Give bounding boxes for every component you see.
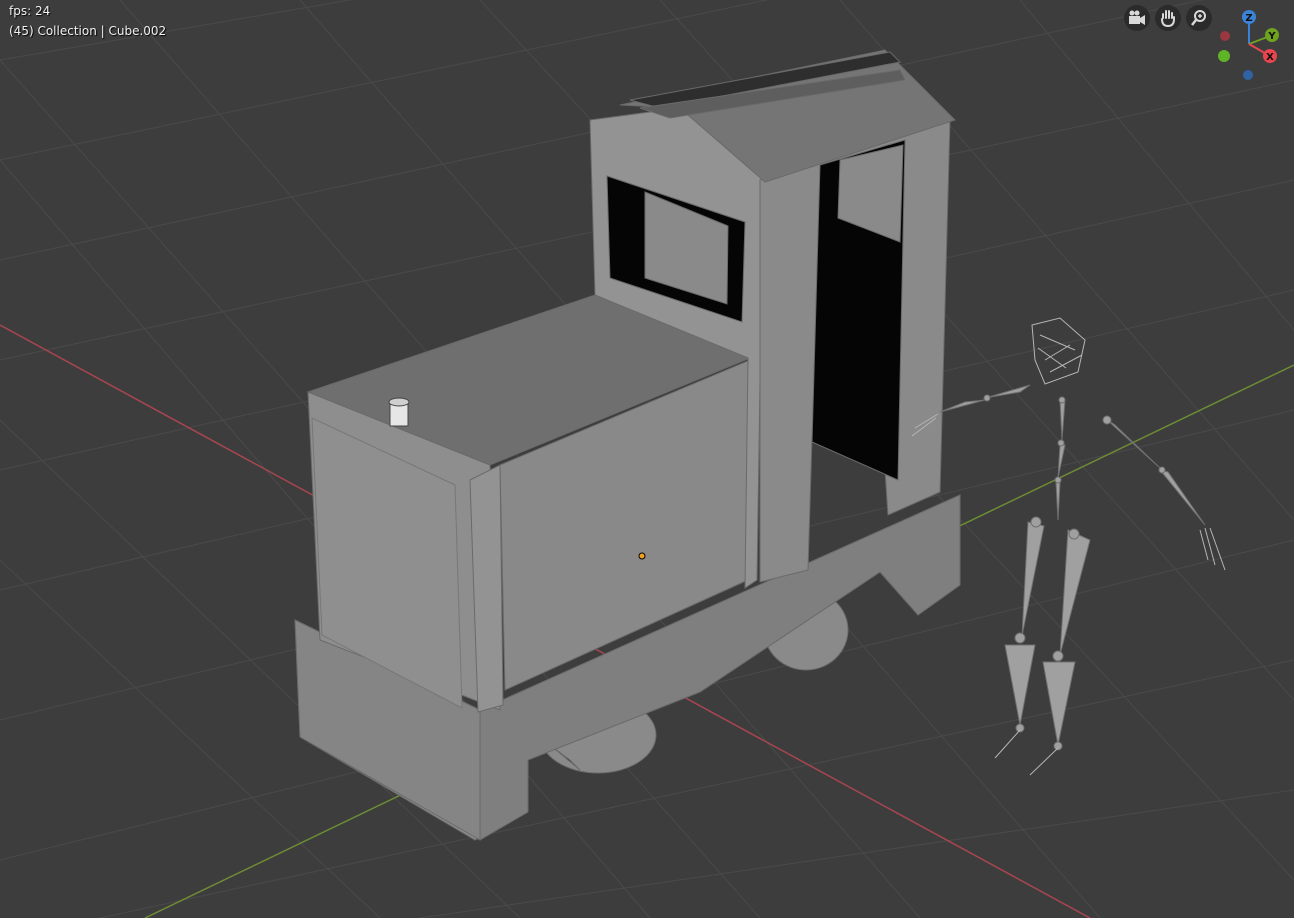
hand-pan-icon (1161, 10, 1175, 27)
neg-y-axis-handle[interactable] (1218, 50, 1230, 62)
y-axis-label: Y (1267, 31, 1276, 42)
3d-viewport[interactable] (0, 0, 1294, 918)
camera-view-button[interactable] (1124, 5, 1150, 31)
neg-x-axis-handle[interactable] (1220, 31, 1230, 41)
collection-object-label: (45) Collection | Cube.002 (9, 24, 167, 38)
pan-view-button[interactable] (1155, 5, 1181, 31)
locomotive-model[interactable] (294, 49, 961, 841)
x-axis-label: X (1266, 52, 1274, 63)
neg-z-axis-handle[interactable] (1243, 70, 1253, 80)
z-axis-label: Z (1245, 13, 1252, 24)
camera-icon (1129, 10, 1145, 25)
fps-readout: fps: 24 (9, 4, 51, 18)
navigation-gizmo[interactable]: Z Y X (1212, 6, 1286, 80)
zoom-view-button[interactable] (1186, 5, 1212, 31)
zoom-icon (1191, 10, 1206, 26)
